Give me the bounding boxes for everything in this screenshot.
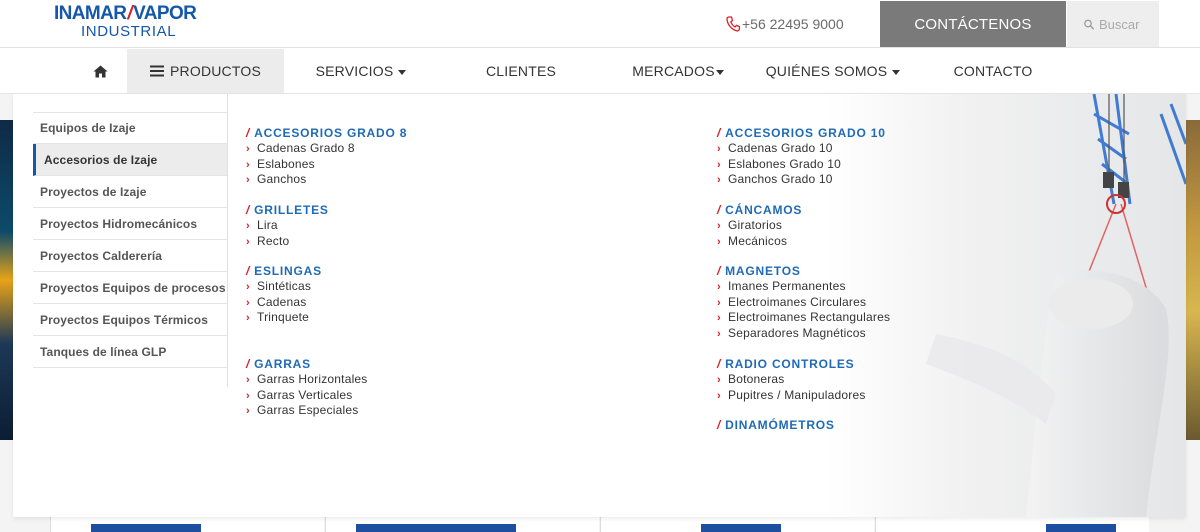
category-group: / DINAMÓMETROS <box>717 418 835 433</box>
category-link[interactable]: › Electroimanes Circulares <box>717 295 890 311</box>
category-link[interactable]: › Cadenas Grado 8 <box>246 141 407 157</box>
nav-label: MERCADOS <box>632 63 715 79</box>
category-group: / ACCESORIOS GRADO 10 › Cadenas Grado 10 ›… <box>717 126 886 188</box>
category-link[interactable]: › Garras Horizontales <box>246 372 368 388</box>
sidebar-item-proyectos-caldereria[interactable]: Proyectos Calderería <box>33 240 228 272</box>
category-title[interactable]: / DINAMÓMETROS <box>717 418 835 433</box>
nav-label: CLIENTES <box>485 63 557 79</box>
sidebar-item-proyectos-equipos-termicos[interactable]: Proyectos Equipos Térmicos <box>33 304 228 336</box>
category-group: / GRILLETES › Lira › Recto <box>246 203 329 249</box>
category-group: / CÁNCAMOS › Giratorios › Mecánicos <box>717 203 802 249</box>
category-title[interactable]: / GRILLETES <box>246 203 329 218</box>
nav-label: QUIÉNES SOMOS <box>765 63 888 79</box>
category-title[interactable]: / RADIO CONTROLES <box>717 357 866 372</box>
category-link[interactable]: › Eslabones <box>246 157 407 173</box>
category-group: / GARRAS › Garras Horizontales › Garras Ver… <box>246 357 368 419</box>
category-link[interactable]: › Garras Verticales <box>246 388 368 404</box>
sidebar-item-accesorios-de-izaje[interactable]: Accesorios de Izaje <box>33 144 228 176</box>
category-title[interactable]: / CÁNCAMOS <box>717 203 802 218</box>
category-link[interactable]: › Recto <box>246 234 329 250</box>
category-title[interactable]: / ACCESORIOS GRADO 10 <box>717 126 886 141</box>
phone-number: +56 22495 9000 <box>742 16 844 32</box>
chevron-down-icon <box>892 69 901 75</box>
contact-button[interactable]: CONTÁCTENOS <box>880 1 1066 47</box>
category-link[interactable]: › Trinquete <box>246 310 322 326</box>
products-mega-menu: Equipos de Izaje Accesorios de Izaje Pro… <box>13 94 1186 517</box>
site-logo[interactable]: INAMAR/VAPOR INDUSTRIAL <box>54 4 204 44</box>
category-group: / RADIO CONTROLES › Botoneras › Pupitres / … <box>717 357 866 403</box>
category-title[interactable]: / GARRAS <box>246 357 368 372</box>
products-sidebar: Equipos de Izaje Accesorios de Izaje Pro… <box>33 112 228 368</box>
category-link[interactable]: › Pupitres / Manipuladores <box>717 388 866 404</box>
main-nav: PRODUCTOS SERVICIOS CLIENTES MERCADOS QU… <box>0 49 1200 94</box>
sidebar-item-proyectos-equipos-de-procesos[interactable]: Proyectos Equipos de procesos <box>33 272 228 304</box>
search-box[interactable] <box>1067 1 1159 47</box>
nav-clientes[interactable]: CLIENTES <box>476 49 566 93</box>
category-link[interactable]: › Ganchos <box>246 172 407 188</box>
category-title[interactable]: / ACCESORIOS GRADO 8 <box>246 126 407 141</box>
category-link[interactable]: › Botoneras <box>717 372 866 388</box>
nav-quienes-somos[interactable]: QUIÉNES SOMOS <box>766 49 901 93</box>
sidebar-item-proyectos-hidromecanicos[interactable]: Proyectos Hidromecánicos <box>33 208 228 240</box>
nav-label: CONTACTO <box>953 63 1033 79</box>
nav-home[interactable] <box>78 49 122 93</box>
hero-image-right-edge <box>1186 120 1200 440</box>
nav-label: PRODUCTOS <box>170 63 261 79</box>
category-link[interactable]: › Lira <box>246 218 329 234</box>
category-group: / ESLINGAS › Sintéticas › Cadenas › Trinquet… <box>246 264 322 326</box>
chevron-down-icon <box>398 69 407 75</box>
nav-servicios[interactable]: SERVICIOS <box>306 49 416 93</box>
sidebar-divider <box>227 94 228 387</box>
category-title[interactable]: / ESLINGAS <box>246 264 322 279</box>
search-input[interactable] <box>1099 16 1159 32</box>
nav-productos[interactable]: PRODUCTOS <box>127 49 284 93</box>
logo-subtitle: INDUSTRIAL <box>81 23 177 40</box>
category-link[interactable]: › Mecánicos <box>717 234 802 250</box>
phone-link[interactable]: +56 22495 9000 <box>726 15 844 33</box>
category-link[interactable]: › Imanes Permanentes <box>717 279 890 295</box>
category-link[interactable]: › Giratorios <box>717 218 802 234</box>
category-link[interactable]: › Eslabones Grado 10 <box>717 157 886 173</box>
category-link[interactable]: › Electroimanes Rectangulares <box>717 310 890 326</box>
sidebar-item-tanques-de-linea-glp[interactable]: Tanques de línea GLP <box>33 336 228 368</box>
category-link[interactable]: › Cadenas Grado 10 <box>717 141 886 157</box>
sidebar-item-equipos-de-izaje[interactable]: Equipos de Izaje <box>33 112 228 144</box>
chevron-down-icon <box>715 69 724 75</box>
phone-icon <box>726 16 740 32</box>
category-link[interactable]: › Cadenas <box>246 295 322 311</box>
nav-contacto[interactable]: CONTACTO <box>948 49 1038 93</box>
nav-mercados[interactable]: MERCADOS <box>626 49 730 93</box>
category-link[interactable]: › Garras Especiales <box>246 403 368 419</box>
category-title[interactable]: / MAGNETOS <box>717 264 890 279</box>
category-link[interactable]: › Separadores Magnéticos <box>717 326 890 342</box>
search-icon <box>1084 19 1094 29</box>
top-header: INAMAR/VAPOR INDUSTRIAL +56 22495 9000 C… <box>0 0 1200 48</box>
category-link[interactable]: › Sintéticas <box>246 279 322 295</box>
hero-image-left-edge <box>0 120 14 440</box>
hamburger-icon <box>150 65 164 77</box>
logo-wordmark: INAMAR/VAPOR <box>54 3 197 24</box>
home-icon <box>93 65 107 77</box>
sidebar-item-proyectos-de-izaje[interactable]: Proyectos de Izaje <box>33 176 228 208</box>
category-group: / MAGNETOS › Imanes Permanentes › Electroim… <box>717 264 890 341</box>
category-group: / ACCESORIOS GRADO 8 › Cadenas Grado 8 › Es… <box>246 126 407 188</box>
category-link[interactable]: › Ganchos Grado 10 <box>717 172 886 188</box>
nav-label: SERVICIOS <box>315 63 394 79</box>
